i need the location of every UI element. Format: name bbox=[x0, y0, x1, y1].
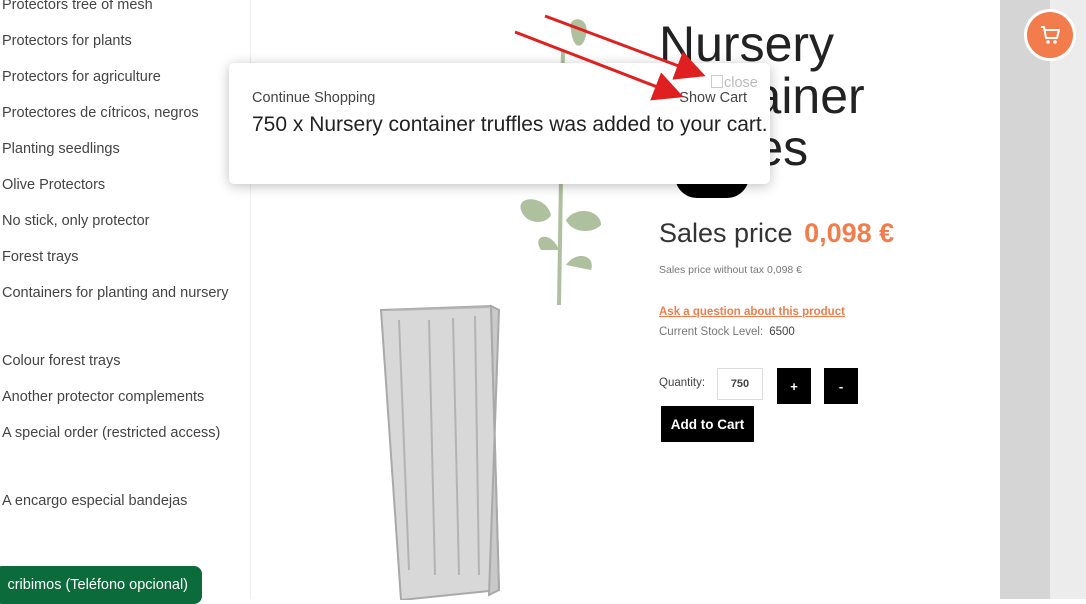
category-link[interactable]: Another protector complements bbox=[2, 389, 204, 405]
category-link[interactable]: Olive Protectors bbox=[2, 177, 105, 193]
category-list: Protectors tree of mesh Protectors for p… bbox=[2, 0, 242, 521]
show-cart-link[interactable]: Show Cart bbox=[679, 90, 747, 106]
broken-image-icon bbox=[711, 75, 723, 88]
category-item[interactable]: Planting seedlings bbox=[2, 133, 242, 169]
category-link[interactable]: Containers for planting and nursery bbox=[2, 285, 229, 301]
added-to-cart-popup: Continue Shopping Show Cart close 750 x … bbox=[229, 63, 770, 184]
category-link[interactable]: Protectores de cítricos, negros bbox=[2, 105, 199, 121]
category-item[interactable]: Protectors for agriculture bbox=[2, 61, 242, 97]
category-item[interactable]: Colour forest trays bbox=[2, 345, 242, 381]
category-link[interactable]: No stick, only protector bbox=[2, 213, 149, 229]
category-item[interactable]: A special order (restricted access) bbox=[2, 417, 242, 485]
category-item[interactable]: Containers for planting and nursery bbox=[2, 277, 242, 345]
stock-value: 6500 bbox=[769, 326, 795, 338]
price-row: Sales price 0,098 € bbox=[659, 218, 894, 249]
category-link[interactable]: A special order (restricted access) bbox=[2, 425, 220, 441]
close-alt-text: close bbox=[724, 75, 758, 91]
category-link[interactable]: Protectors for agriculture bbox=[2, 69, 161, 85]
price-without-tax: Sales price without tax 0,098 € bbox=[659, 264, 803, 276]
price-label: Sales price bbox=[659, 218, 793, 248]
category-item[interactable]: Protectores de cítricos, negros bbox=[2, 97, 242, 133]
close-icon[interactable]: close bbox=[711, 75, 758, 91]
shopping-cart-icon bbox=[1041, 26, 1060, 44]
continue-shopping-link[interactable]: Continue Shopping bbox=[252, 90, 375, 106]
quantity-increase-button[interactable]: + bbox=[777, 368, 811, 404]
category-sidebar: Protectors tree of mesh Protectors for p… bbox=[0, 0, 251, 604]
category-item[interactable]: Forest trays bbox=[2, 241, 242, 277]
category-item[interactable]: Olive Protectors bbox=[2, 169, 242, 205]
category-link[interactable]: Planting seedlings bbox=[2, 141, 120, 157]
category-link[interactable]: Colour forest trays bbox=[2, 353, 120, 369]
category-link[interactable]: Protectors tree of mesh bbox=[2, 0, 153, 13]
category-link[interactable]: Protectors for plants bbox=[2, 33, 132, 49]
sales-price: 0,098 € bbox=[804, 218, 895, 248]
category-link[interactable]: A encargo especial bandejas bbox=[2, 493, 187, 509]
stock-level: Current Stock Level: 6500 bbox=[659, 326, 795, 338]
category-item[interactable]: A encargo especial bandejas bbox=[2, 485, 242, 521]
stock-label: Current Stock Level: bbox=[659, 326, 764, 338]
category-item[interactable]: Protectors for plants bbox=[2, 25, 242, 61]
ask-question-link[interactable]: Ask a question about this product bbox=[659, 306, 845, 318]
cart-confirmation-message: 750 x Nursery container truffles was add… bbox=[252, 113, 768, 136]
quantity-label: Quantity: bbox=[659, 377, 706, 389]
category-item[interactable]: Another protector complements bbox=[2, 381, 242, 417]
right-side-panel-inner bbox=[1050, 0, 1086, 599]
floating-cart-button[interactable] bbox=[1027, 12, 1073, 58]
add-to-cart-button[interactable]: Add to Cart bbox=[661, 406, 754, 442]
whatsapp-contact-button[interactable]: cribimos (Teléfono opcional) bbox=[0, 566, 202, 604]
category-item[interactable]: No stick, only protector bbox=[2, 205, 242, 241]
quantity-input[interactable] bbox=[717, 368, 763, 400]
quantity-decrease-button[interactable]: - bbox=[824, 368, 858, 404]
category-link[interactable]: Forest trays bbox=[2, 249, 79, 265]
category-item[interactable]: Protectors tree of mesh bbox=[2, 0, 242, 25]
